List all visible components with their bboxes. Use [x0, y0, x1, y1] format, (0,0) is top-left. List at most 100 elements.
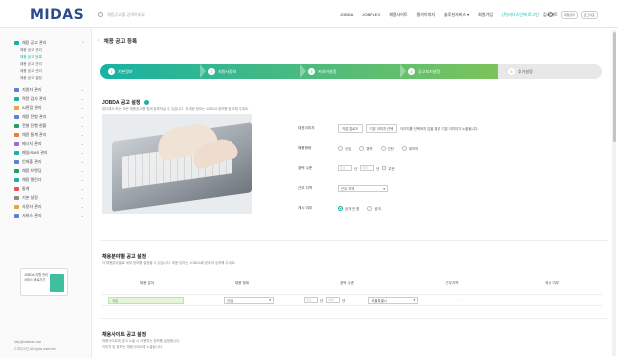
- upload-image-button[interactable]: 직접 업로드: [338, 124, 363, 133]
- select-default-image-button[interactable]: 기본 이미지 선택: [365, 124, 398, 133]
- col-type: 채용 형태: [234, 281, 250, 285]
- scrollbar-thumb[interactable]: [612, 32, 616, 142]
- radio-circle[interactable]: [401, 146, 407, 151]
- menu-icon: [14, 123, 19, 128]
- sidebar-subitem-4[interactable]: 채용 공고 설정: [20, 76, 42, 81]
- public-radio-show[interactable]: 공개: [367, 206, 381, 211]
- user-name: 김스마트: [543, 12, 558, 17]
- step-5[interactable]: 5 추가설정: [508, 68, 533, 75]
- sidebar-item-9[interactable]: 인재풀 관리 ⌄: [14, 158, 84, 165]
- page-scrollbar[interactable]: [612, 30, 616, 356]
- menu-icon: [14, 204, 19, 209]
- field-cell[interactable]: 개발: [108, 296, 184, 304]
- radio-circle[interactable]: [380, 146, 386, 151]
- sidebar-item-15[interactable]: 서비스 관리 ⌄: [14, 212, 84, 219]
- step-4[interactable]: 4 공고보기설정: [408, 68, 440, 75]
- chevron-down-icon: ⌄: [80, 177, 84, 182]
- sidebar-item-14[interactable]: 사용자 관리 ⌄: [14, 203, 84, 210]
- chevron-down-icon: ▾: [269, 298, 271, 302]
- nav-company[interactable]: (주)미다스인에 로그인: [502, 12, 539, 18]
- logout-button[interactable]: 로그아웃: [580, 11, 598, 19]
- step-number: 1: [108, 68, 115, 75]
- employ-radio-newbie[interactable]: 신입: [338, 146, 351, 151]
- footer-email[interactable]: help@midasin.com: [14, 340, 41, 344]
- sidebar-item-7[interactable]: 메시지 관리 ⌄: [14, 140, 84, 147]
- radio-circle[interactable]: [367, 206, 373, 211]
- back-arrow-icon[interactable]: ‹: [98, 38, 100, 44]
- nav-jobflex[interactable]: JOBFLEX: [362, 12, 380, 18]
- employ-radio-career[interactable]: 경력: [359, 146, 373, 151]
- region-select[interactable]: 서울특별시 ▾: [368, 296, 419, 304]
- step-2[interactable]: 2 지원서정보: [208, 68, 236, 75]
- sidebar-item-11[interactable]: 채용 캘린더 ⌄: [14, 176, 84, 183]
- sidebar-item-label: 채용 브랜딩: [22, 167, 42, 173]
- sidebar-subitem-3[interactable]: 채용 공고 관리: [20, 69, 42, 74]
- sidebar-item-10[interactable]: 채용 브랜딩 ⌄: [14, 167, 84, 174]
- nav-assessment[interactable]: 평가이미지: [417, 12, 435, 18]
- chevron-down-icon: ⌄: [80, 168, 84, 173]
- type-select[interactable]: 신입 ▾: [224, 296, 274, 304]
- step-1[interactable]: 1 기본정보: [108, 68, 133, 75]
- radio-label: 공개 안 함: [345, 207, 360, 211]
- promo-banner[interactable]: JOBDA 지원 관리 서비스 바로가기: [20, 268, 68, 296]
- section-title-text: 채용분야별 공고 설정: [102, 254, 147, 260]
- sidebar-item-4[interactable]: 채용 전형 관리 ⌄: [14, 113, 84, 120]
- sidebar-item-label: 채용 전형 관리: [22, 113, 47, 119]
- career-row: 경력 수준 최소 년 최대 년 무관: [298, 165, 398, 171]
- employ-radio-intern[interactable]: 인턴: [380, 146, 394, 151]
- info-icon[interactable]: [143, 100, 149, 105]
- step-3[interactable]: 3 커리어설정: [308, 68, 336, 75]
- sidebar-item-6[interactable]: 채용 통계 관리 ⌄: [14, 131, 84, 138]
- sidebar-subitem-1[interactable]: 채용 공고 등록: [20, 55, 42, 60]
- sidebar-item-0[interactable]: 채용 공고 관리 ^: [14, 39, 84, 46]
- search-input[interactable]: 채용공고를 검색하세요: [107, 12, 145, 18]
- career-min-input[interactable]: 최소: [338, 165, 352, 171]
- public-cell: -: [458, 298, 460, 302]
- sidebar-item-1[interactable]: 지원자 관리 ⌄: [14, 86, 84, 93]
- public-radio-hide[interactable]: 공개 안 함: [338, 206, 359, 211]
- sidebar-item-13[interactable]: 기본 설정 ⌄: [14, 194, 84, 201]
- midas-logo[interactable]: MIDAS: [30, 7, 84, 23]
- sidebar-item-5[interactable]: 전형 진행 현황 ⌄: [14, 122, 84, 129]
- sidebar-item-label: 메일/SMS 관리: [22, 149, 48, 155]
- chevron-down-icon: ⌄: [80, 87, 84, 92]
- career-any-checkbox[interactable]: [382, 166, 387, 170]
- sidebar-item-12[interactable]: 통계 ⌄: [14, 185, 84, 192]
- recruit-table-title: 채용분야별 공고 설정: [102, 253, 146, 260]
- step-separator: [400, 64, 406, 78]
- nav-jobda[interactable]: JOBDA: [340, 12, 353, 18]
- career-max-input[interactable]: 최대: [360, 165, 375, 171]
- chevron-down-icon: ⌄: [80, 114, 84, 119]
- top-nav: JOBDA JOBFLEX 채용사이트 평가이미지 솔루션서비스 ▾ 회원가입 …: [340, 12, 553, 18]
- global-search[interactable]: 채용공고를 검색하세요: [98, 10, 248, 19]
- sidebar-item-8[interactable]: 메일/SMS 관리 ⌄: [14, 149, 84, 156]
- sidebar-item-label: 통계: [22, 185, 30, 191]
- employ-radio-contract[interactable]: 계약직: [401, 146, 418, 151]
- sidebar-item-3[interactable]: AI면접 관리 ⌄: [14, 104, 84, 111]
- nav-solutions[interactable]: 솔루션서비스 ▾: [444, 12, 469, 18]
- image-label: 대표이미지: [298, 126, 315, 130]
- page-title: 채용 공고 등록: [103, 39, 138, 45]
- location-select[interactable]: 근무 지역 ▾: [338, 185, 388, 192]
- nav-recruit-site[interactable]: 채용사이트: [389, 12, 407, 18]
- select-value: 서울특별시: [371, 298, 387, 303]
- step-label: 지원서정보: [218, 68, 237, 74]
- radio-circle[interactable]: [359, 146, 365, 151]
- site-section-desc-1: 채용사이트에 공고 노출 시 사용되는 정보를 설정합니다.: [102, 339, 181, 343]
- sidebar-subitem-2[interactable]: 채용 공고 관리: [20, 62, 42, 67]
- recruit-table-desc: 각 채용분야별로 세부 정보를 설정할 수 있습니다. 채용 분야는 JOBDA…: [102, 261, 236, 265]
- nav-signup[interactable]: 회원가입: [478, 12, 493, 18]
- career-max-input[interactable]: 최대: [326, 297, 341, 303]
- sidebar-subitem-0[interactable]: 채용 공고 관리: [20, 48, 42, 53]
- account-button[interactable]: 계정관리: [560, 11, 578, 19]
- career-label: 경력 수준: [298, 165, 313, 170]
- sidebar-item-label: 지원자 관리: [22, 86, 42, 92]
- career-min-input[interactable]: 최소: [304, 297, 318, 303]
- radio-circle-selected[interactable]: [338, 206, 343, 211]
- radio-circle[interactable]: [338, 146, 343, 151]
- col-public: 게시 여부: [544, 281, 560, 285]
- image-hint: 이미지를 선택하지 않을 경우 기본 이미지가 노출됩니다.: [400, 127, 479, 131]
- sidebar-item-2[interactable]: 역량 검사 관리 ⌄: [14, 95, 84, 102]
- location-label: 근무 지역: [298, 186, 313, 190]
- top-header: MIDAS 채용공고를 검색하세요 JOBDA JOBFLEX 채용사이트 평가…: [0, 0, 618, 28]
